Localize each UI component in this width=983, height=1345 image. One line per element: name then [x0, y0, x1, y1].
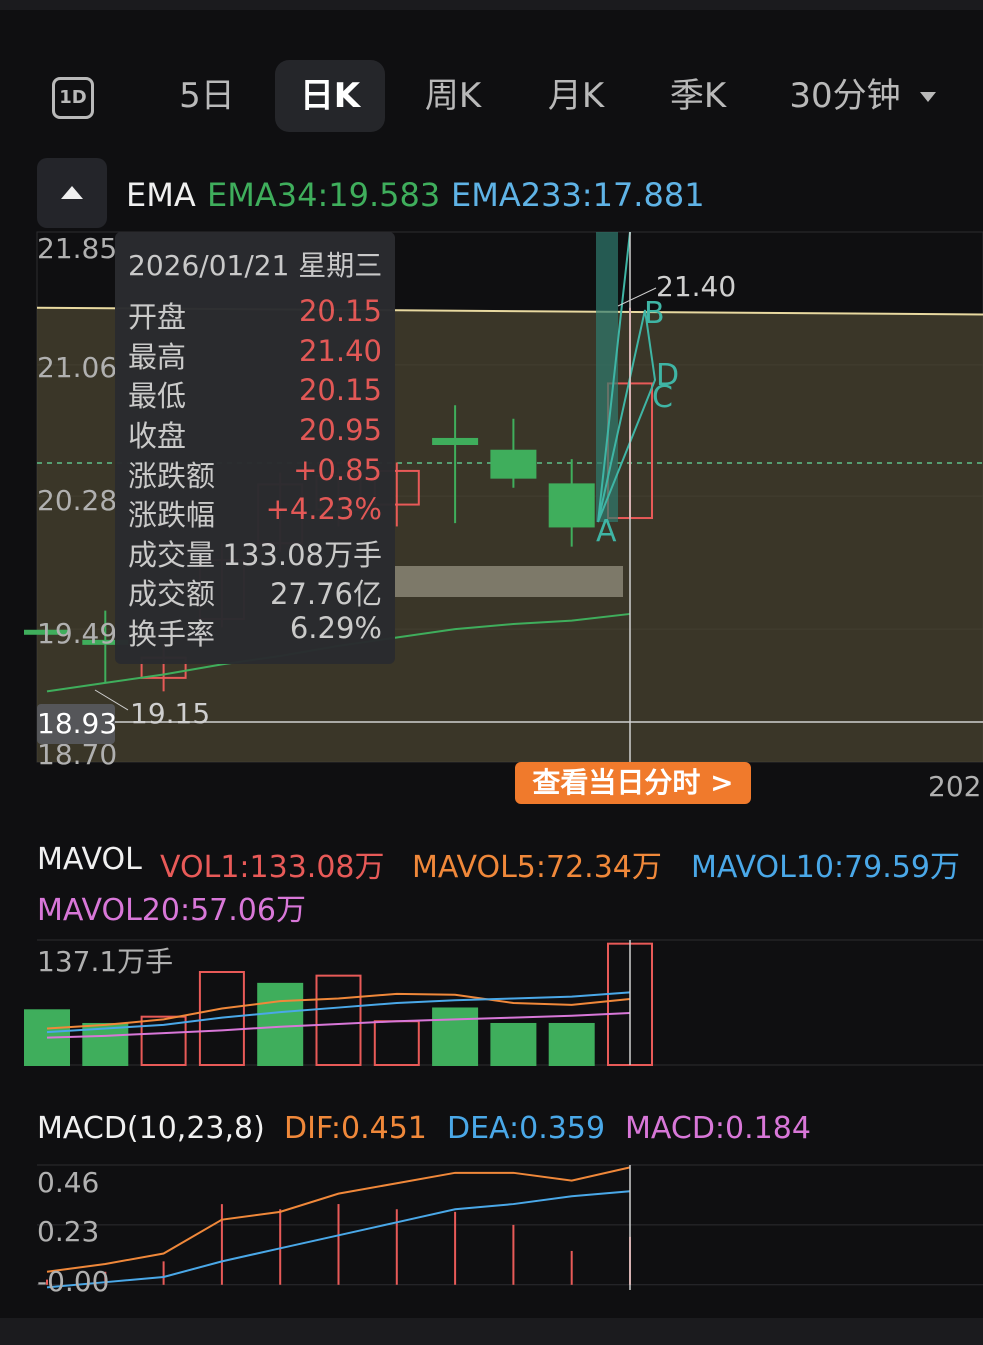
tooltip-row: 收盘 20.95 [128, 413, 382, 453]
tooltip-value: 133.08万手 [222, 538, 382, 572]
support-zone [395, 566, 623, 597]
macd-tick: 0.23 [37, 1215, 100, 1248]
volume-bar [548, 1022, 595, 1067]
mavol-legend-title: MAVOL [37, 842, 142, 877]
tooltip-value: +4.23% [265, 492, 382, 526]
tooltip-date: 2026/01/21 星期三 [128, 249, 383, 282]
candle-tooltip: 2026/01/21 星期三 开盘 20.15 最高 21.40 最低 20.15 收… [115, 232, 395, 664]
view-intraday-button[interactable]: 查看当日分时 > [515, 762, 751, 804]
mavol20-legend: MAVOL20:57.06万 [37, 893, 306, 928]
tooltip-key: 开盘 [128, 300, 187, 334]
low-price-label: 19.15 [130, 697, 211, 730]
point-b-label: B [644, 296, 665, 331]
tooltip-key: 收盘 [128, 419, 187, 453]
mavol10-legend: MAVOL10:79.59万 [691, 850, 960, 885]
date-axis-label: 2026 [928, 770, 983, 803]
price-tick: 21.85 [37, 232, 118, 265]
price-tick: 19.49 [37, 617, 118, 650]
candle-body [432, 437, 479, 446]
tooltip-row: 开盘 20.15 [128, 294, 382, 334]
volume-bar [490, 1022, 537, 1067]
high-price-label: 21.40 [656, 270, 737, 303]
volume-bar [257, 982, 304, 1067]
tooltip-key: 涨跌额 [128, 459, 216, 493]
tooltip-value: 20.15 [298, 373, 382, 407]
tooltip-key: 涨跌幅 [128, 498, 216, 532]
macd-legend-title: MACD(10,23,8) [37, 1111, 265, 1146]
tooltip-key: 成交量 [128, 538, 216, 572]
price-tick: 20.28 [37, 484, 118, 517]
point-a-label: A [596, 514, 617, 549]
candle-body [548, 483, 595, 528]
mavol20-line [46, 1011, 631, 1039]
dif-legend: DIF:0.451 [284, 1111, 427, 1146]
tooltip-value: 27.76亿 [269, 577, 382, 611]
macd-tick: -0.00 [37, 1265, 110, 1298]
tooltip-row: 最高 21.40 [128, 334, 382, 374]
tooltip-value: +0.85 [293, 453, 382, 487]
vol1-legend: VOL1:133.08万 [160, 850, 385, 885]
tooltip-value: 20.15 [298, 294, 382, 328]
mavol5-legend: MAVOL5:72.34万 [412, 850, 662, 885]
point-d-label: D [656, 358, 680, 393]
tooltip-key: 成交额 [128, 577, 216, 611]
dea-legend: DEA:0.359 [447, 1111, 606, 1146]
tooltip-value: 20.95 [298, 413, 382, 447]
macd-value-legend: MACD:0.184 [625, 1111, 811, 1146]
tooltip-row: 成交量 133.08万手 [128, 532, 382, 572]
candle-body [490, 449, 537, 479]
macd-tick: 0.46 [37, 1166, 100, 1199]
tooltip-value: 21.40 [298, 334, 382, 368]
volume-bar [373, 1020, 420, 1067]
tooltip-row: 换手率 6.29% [128, 611, 382, 651]
volume-max-label: 137.1万手 [37, 945, 174, 978]
current-price-tag: 18.93 [37, 704, 117, 744]
tooltip-row: 最低 20.15 [128, 373, 382, 413]
tooltip-key: 换手率 [128, 617, 216, 651]
tooltip-row: 成交额 27.76亿 [128, 571, 382, 611]
tooltip-key: 最低 [128, 379, 187, 413]
volume-bar [432, 1007, 479, 1067]
price-tick: 21.06 [37, 351, 118, 384]
tooltip-row: 涨跌幅 +4.23% [128, 492, 382, 532]
volume-bar [315, 974, 362, 1067]
tooltip-row: 涨跌额 +0.85 [128, 453, 382, 493]
tooltip-key: 最高 [128, 340, 187, 374]
tooltip-value: 6.29% [289, 611, 382, 645]
bottom-strip [0, 1318, 983, 1345]
